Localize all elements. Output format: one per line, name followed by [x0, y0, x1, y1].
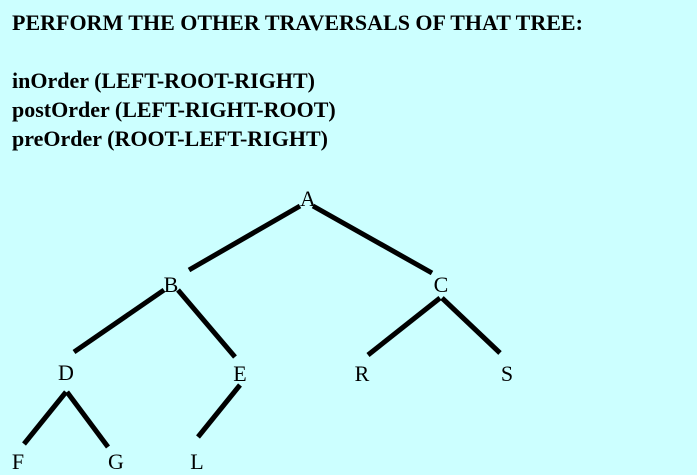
node-g: G — [108, 449, 124, 474]
node-d: D — [58, 360, 74, 385]
node-s: S — [501, 361, 513, 386]
node-r: R — [355, 361, 370, 386]
node-f: F — [12, 449, 24, 474]
edge-d-f — [22, 390, 68, 446]
edge-d-g — [64, 390, 111, 449]
tree-edges — [22, 203, 502, 449]
node-b: B — [164, 272, 179, 297]
node-e: E — [233, 361, 246, 386]
node-a: A — [300, 186, 316, 211]
edge-c-s — [440, 296, 502, 355]
edge-a-b — [187, 203, 302, 273]
edge-b-e — [176, 288, 237, 359]
edge-c-r — [366, 296, 442, 357]
edge-a-c — [311, 203, 434, 276]
node-c: C — [434, 272, 449, 297]
edge-e-l — [196, 383, 242, 439]
binary-tree-diagram: A B C D E R S F G L — [12, 186, 513, 474]
node-l: L — [190, 449, 203, 474]
edge-b-d — [72, 287, 166, 355]
